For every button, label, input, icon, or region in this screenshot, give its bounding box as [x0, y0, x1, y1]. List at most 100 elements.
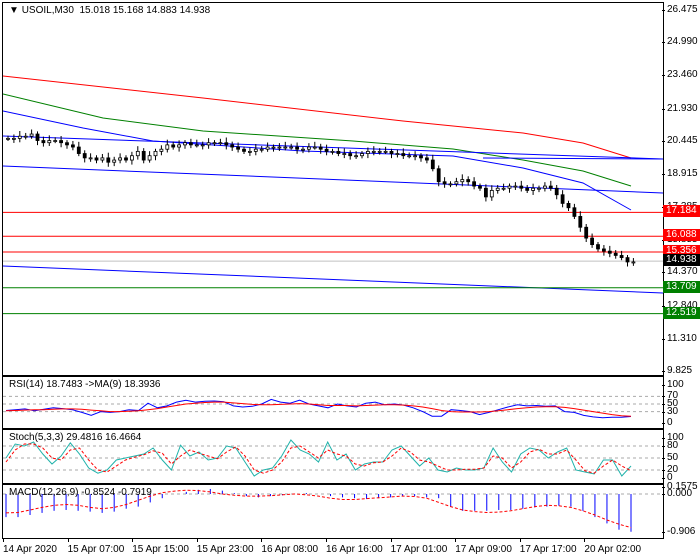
candle-body [147, 155, 152, 161]
macd-panel[interactable]: MACD(12,26,9) -0.8524 -0.7919 [2, 484, 664, 539]
candle-body [478, 185, 482, 189]
candle-body [23, 135, 28, 138]
candle-body [543, 185, 547, 189]
candle-body [253, 148, 258, 152]
price-axis[interactable]: 26.47524.99023.46021.93020.44518.91517.3… [661, 0, 700, 376]
candle-body [118, 157, 122, 161]
candle-body [230, 144, 235, 148]
candle-body [619, 255, 624, 259]
candle-body [401, 153, 406, 157]
channel-mid-line [3, 165, 663, 194]
stoch-panel[interactable]: Stoch(5,3,3) 29.4816 16.4664 [2, 429, 664, 484]
rsi-tick-label: 100 [662, 379, 684, 390]
chart-title: ▼ USOIL,M30 15.018 15.168 14.883 14.938 [9, 5, 210, 16]
price-tick-label: 24.990 [662, 36, 698, 48]
time-tick-label: 14 Apr 2020 [3, 544, 57, 555]
price-tick-label: 11.310 [662, 332, 697, 344]
candle-body [29, 133, 34, 137]
candle-body [613, 252, 618, 256]
rsi-tick-label: 30 [661, 405, 679, 417]
time-tick-mark [67, 538, 69, 542]
time-tick-mark [326, 538, 327, 542]
candle-body [218, 142, 223, 145]
candle-body [171, 144, 176, 148]
candle-body [271, 146, 276, 149]
stoch-axis: 100 80 50 20 0 [661, 429, 700, 483]
candle-body [365, 150, 370, 154]
candle-body [153, 150, 158, 157]
candle-body [442, 181, 447, 185]
candle-body [413, 155, 418, 158]
candle-body [519, 185, 524, 189]
candle-body [590, 237, 594, 246]
candle-body [242, 148, 246, 152]
candle-body [531, 187, 535, 191]
price-chart-panel[interactable]: ▼ USOIL,M30 15.018 15.168 14.883 14.938 [2, 2, 664, 376]
candle-body [377, 150, 382, 153]
candle-body [389, 150, 394, 154]
time-tick-label: 15 Apr 23:00 [196, 544, 254, 555]
candle-body [82, 153, 87, 159]
candle-body [124, 157, 128, 161]
candle-body [525, 187, 530, 191]
candle-body [301, 148, 305, 151]
macd-label: MACD(12,26,9) -0.8524 -0.7919 [9, 487, 152, 498]
candle-body [159, 148, 164, 152]
candle-body [596, 244, 600, 250]
candle-body [495, 187, 500, 191]
time-tick-label: 17 Apr 17:00 [519, 544, 577, 555]
rsi-panel[interactable]: RSI(14) 18.7483 ->MA(9) 18.3936 [2, 376, 664, 429]
candle-body [371, 150, 376, 153]
price-level-label: 13.709 [663, 280, 700, 293]
candle-body [236, 146, 241, 150]
candle-body [100, 157, 105, 161]
candle-body [318, 146, 323, 150]
candle-body [141, 150, 146, 161]
candle-body [566, 203, 571, 209]
candle-body [112, 159, 117, 163]
candle-body [259, 148, 264, 151]
time-tick-mark [584, 538, 586, 542]
candle-body [578, 216, 583, 228]
time-tick-mark [261, 538, 263, 542]
candle-body [88, 157, 93, 160]
candle-body [395, 153, 400, 155]
candle-body [430, 159, 435, 170]
price-tick-label: 18.915 [662, 167, 698, 179]
candle-body [537, 187, 541, 190]
candle-body [194, 144, 199, 147]
candle-body [35, 133, 40, 141]
candle-body [76, 146, 81, 154]
candle-body [460, 179, 465, 183]
candle-body [312, 146, 317, 149]
candle-body [265, 146, 270, 150]
candle-body [501, 187, 506, 190]
time-tick-label: 16 Apr 16:00 [326, 544, 383, 555]
ma-blue-line [3, 110, 632, 211]
stoch-d-line [5, 443, 632, 474]
time-tick-label: 15 Apr 15:00 [132, 544, 189, 555]
stoch-tick-label: 80 [661, 440, 679, 451]
candle-body [277, 146, 282, 149]
candle-body [295, 146, 300, 150]
time-tick-label: 17 Apr 01:00 [390, 544, 448, 555]
candle-body [324, 148, 329, 152]
rsi-tick-label: 0 [662, 417, 673, 428]
symbol-label: USOIL,M30 [21, 5, 74, 16]
candle-body [607, 250, 612, 254]
candle-body [507, 185, 512, 189]
candle-body [348, 153, 353, 157]
price-level-label: 12.519 [663, 306, 700, 319]
price-level-label: 16.088 [663, 229, 700, 242]
candle-body [94, 157, 99, 161]
macd-axis: 0.1575 0.000 -0.906 [661, 482, 700, 538]
candle-body [106, 157, 111, 163]
dropdown-triangle-icon[interactable]: ▼ [9, 5, 22, 16]
candle-body [200, 144, 205, 147]
ohlc-readout: 15.018 15.168 14.883 14.938 [79, 5, 211, 16]
price-tick-label: 21.930 [662, 102, 698, 114]
candle-body [130, 155, 134, 161]
candle-body [483, 187, 488, 198]
candle-body [584, 226, 589, 239]
candle-body [436, 168, 441, 183]
